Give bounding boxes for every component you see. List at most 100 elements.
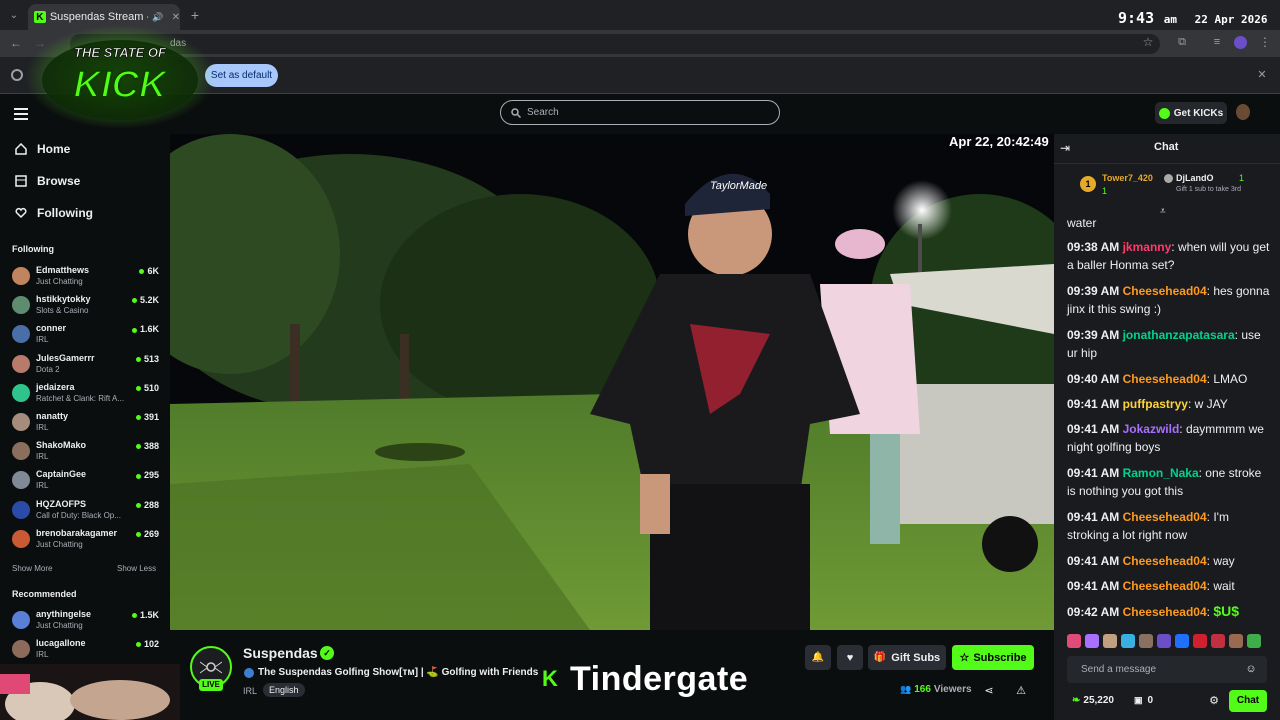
- gift-prompt[interactable]: Gift 1 sub to take 3rd: [1176, 186, 1241, 193]
- get-kicks-button[interactable]: Get KICKs: [1155, 102, 1227, 124]
- overlay-clock: 9:43 am 22 Apr 2026: [1118, 8, 1268, 27]
- set-default-button[interactable]: Set as default: [205, 64, 278, 87]
- chat-username[interactable]: Cheesehead04: [1123, 605, 1207, 619]
- sidebar-channel-nanatty[interactable]: nanatty IRL 391: [12, 411, 162, 438]
- settings-gear-icon[interactable]: ⚙: [1208, 694, 1220, 707]
- nav-browse[interactable]: Browse: [15, 174, 80, 188]
- new-tab-icon[interactable]: +: [188, 7, 202, 23]
- sidebar-channel-hstikkytokky[interactable]: hstikkytokky Slots & Casino 5.2K: [12, 294, 162, 321]
- report-icon[interactable]: ⚠: [1015, 684, 1027, 697]
- emote-icon[interactable]: [1211, 634, 1225, 648]
- nav-home[interactable]: Home: [15, 142, 70, 156]
- emote-icon[interactable]: [1139, 634, 1153, 648]
- emoji-icon[interactable]: ☺: [1244, 662, 1258, 676]
- notification-bell-button[interactable]: 🔔: [805, 645, 831, 670]
- emote-row[interactable]: [1067, 634, 1272, 650]
- chat-username[interactable]: Ramon_Naka: [1123, 466, 1199, 480]
- viewers-icon: 👥: [900, 684, 912, 694]
- show-more-link[interactable]: Show More: [12, 564, 52, 573]
- kick-favicon-icon: K: [34, 11, 46, 23]
- chat-username[interactable]: jonathanzapatasara: [1123, 328, 1235, 342]
- channel-category: Call of Duty: Black Op...: [36, 510, 121, 520]
- chat-username[interactable]: Cheesehead04: [1123, 579, 1207, 593]
- sidebar-channel-anythingelse[interactable]: anythingelse Just Chatting 1.5K: [12, 609, 162, 636]
- gift-box-icon: [1164, 174, 1173, 183]
- emote-icon[interactable]: [1175, 634, 1189, 648]
- tab-list-icon[interactable]: ⌄: [6, 7, 22, 23]
- video-player[interactable]: TaylorMade: [170, 134, 1054, 630]
- tab-close-icon[interactable]: ✕: [172, 12, 180, 23]
- emote-icon[interactable]: [1157, 634, 1171, 648]
- chat-input[interactable]: Send a message: [1067, 656, 1267, 683]
- emote-icon[interactable]: [1067, 634, 1081, 648]
- emote-icon[interactable]: [1085, 634, 1099, 648]
- sidebar-channel-lucagallone[interactable]: lucagallone IRL 102: [12, 638, 162, 665]
- search-placeholder: Search: [527, 107, 559, 118]
- show-less-link[interactable]: Show Less: [117, 564, 156, 573]
- chat-timestamp: 09:38 AM: [1067, 240, 1120, 254]
- channel-category: IRL: [36, 335, 49, 345]
- channel-category: Dota 2: [36, 364, 60, 374]
- recommended-heading: Recommended: [12, 589, 77, 599]
- sidebar-channel-hqzaofps[interactable]: HQZAOFPS Call of Duty: Black Op... 288: [12, 499, 162, 526]
- nav-following[interactable]: Following: [15, 206, 93, 220]
- gift-subs-button[interactable]: 🎁 Gift Subs: [868, 645, 946, 670]
- channel-viewers: 513: [135, 354, 159, 364]
- chat-username[interactable]: jkmanny: [1123, 240, 1172, 254]
- profile-avatar[interactable]: [1234, 36, 1247, 49]
- extensions-icon[interactable]: ⧉: [1175, 35, 1189, 49]
- infobar-close-icon[interactable]: ✕: [1256, 68, 1268, 81]
- language-tag[interactable]: English: [263, 683, 305, 697]
- sidebar-channel-jedaizera[interactable]: jedaizera Ratchet & Clank: Rift A... 510: [12, 382, 162, 409]
- sidebar-channel-brenobarakagamer[interactable]: brenobarakagamer Just Chatting 269: [12, 528, 162, 555]
- send-chat-button[interactable]: Chat: [1229, 690, 1267, 712]
- collapse-chat-icon[interactable]: ⇥: [1060, 141, 1070, 155]
- channel-viewers: 269: [135, 529, 159, 539]
- chat-text: way: [1213, 554, 1235, 568]
- chat-username[interactable]: Cheesehead04: [1123, 284, 1207, 298]
- sidebar-channel-shakomako[interactable]: ShakoMako IRL 388: [12, 440, 162, 467]
- stream-category[interactable]: IRL: [243, 686, 257, 696]
- gifter-1-count: 1: [1102, 186, 1108, 196]
- emote-icon[interactable]: [1229, 634, 1243, 648]
- chat-timestamp: 09:39 AM: [1067, 328, 1120, 342]
- gifter-1-name[interactable]: Tower7_420: [1102, 173, 1153, 183]
- channel-name: lucagallone: [36, 638, 86, 649]
- sidebar-channel-conner[interactable]: conner IRL 1.6K: [12, 323, 162, 350]
- search-input[interactable]: Search: [500, 100, 780, 125]
- follow-heart-button[interactable]: ♥: [837, 645, 863, 670]
- viewer-count: 👥 166 Viewers: [900, 684, 972, 695]
- chat-username[interactable]: Cheesehead04: [1123, 510, 1207, 524]
- gifter-2-name[interactable]: DjLandO: [1176, 173, 1214, 183]
- video-frame: TaylorMade: [170, 134, 1054, 630]
- back-icon[interactable]: ←: [8, 35, 24, 51]
- channel-category: IRL: [36, 452, 49, 462]
- chat-username[interactable]: Jokazwild: [1123, 422, 1180, 436]
- emote-icon[interactable]: [1247, 634, 1261, 648]
- channel-category: Just Chatting: [36, 277, 83, 286]
- chat-username[interactable]: Cheesehead04: [1123, 372, 1207, 386]
- chat-message: 09:41 AM Cheesehead04: way: [1067, 554, 1235, 568]
- sidebar-channel-edmatthews[interactable]: Edmatthews Just Chatting 6K: [12, 265, 162, 292]
- chat-username[interactable]: Cheesehead04: [1123, 554, 1207, 568]
- media-controls-icon[interactable]: ≡: [1210, 35, 1224, 49]
- share-icon[interactable]: ⋖: [983, 684, 995, 697]
- channel-viewer-count: 1.5K: [139, 610, 159, 620]
- url-field[interactable]: das: [70, 34, 1160, 54]
- sidebar-channel-julesgamerrr[interactable]: JulesGamerrr Dota 2 513: [12, 353, 162, 380]
- streamer-name[interactable]: Suspendas: [243, 645, 318, 661]
- logo-line1: THE STATE OF: [74, 45, 167, 60]
- gift-count[interactable]: ▣ 0: [1134, 695, 1153, 706]
- chat-username[interactable]: puffpastryy: [1123, 397, 1188, 411]
- browser-menu-icon[interactable]: ⋮: [1259, 35, 1271, 49]
- emote-icon[interactable]: [1193, 634, 1207, 648]
- channel-viewers: 5.2K: [131, 295, 159, 305]
- sidebar-channel-captaingee[interactable]: CaptainGee IRL 295: [12, 469, 162, 496]
- kicks-balance[interactable]: ❧ 25,220: [1072, 695, 1114, 706]
- emote-icon[interactable]: [1103, 634, 1117, 648]
- emote-icon[interactable]: [1121, 634, 1135, 648]
- subscribe-button[interactable]: ☆ Subscribe: [952, 645, 1034, 670]
- search-icon: [511, 107, 521, 118]
- bookmark-star-icon[interactable]: ☆: [1141, 35, 1155, 49]
- user-avatar[interactable]: [1236, 104, 1250, 120]
